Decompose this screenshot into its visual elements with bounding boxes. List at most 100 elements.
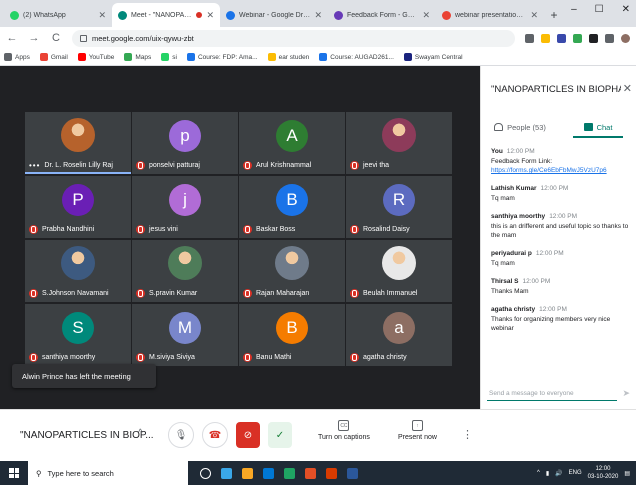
participant-name-row: jeevi tha [350,161,389,170]
notification-icon[interactable]: ▤ [624,470,630,477]
mic-muted-icon [136,353,145,362]
leave-call-button[interactable]: ☎ [202,422,228,448]
participant-tile[interactable]: P Prabha Nandhini [25,176,131,238]
send-icon[interactable]: ➤ [622,388,630,399]
browser-tab[interactable]: webinar presentation - jvthall ✕ [436,3,544,27]
microphone-button[interactable]: 🎙 [168,422,194,448]
maximize-icon[interactable]: ☐ [595,4,604,15]
window-close-icon[interactable]: ✕ [622,4,630,15]
participant-tile[interactable]: S.pravin Kumar [132,240,238,302]
tray-language[interactable]: ENG [569,470,582,476]
taskbar-app-icon[interactable] [242,467,253,479]
participant-name: Arul Krishnammal [256,162,312,169]
close-icon[interactable]: ✕ [623,82,632,95]
participant-tile[interactable]: Rajan Maharajan [239,240,345,302]
participant-tile[interactable]: a agatha christy [346,304,452,366]
chat-time: 12:00 PM [549,213,578,220]
address-bar-row: ← → C meet.google.com/uix-qywu-zbt [0,27,636,49]
participant-tile[interactable]: S.Johnson Navamani [25,240,131,302]
browser-tab[interactable]: Webinar - Google Drive ✕ [220,3,328,27]
chat-text: Feedback Form Link: [491,158,553,165]
tray-up-icon[interactable]: ^ [537,470,540,476]
taskbar-app-icon[interactable] [221,467,232,479]
windows-taskbar: ⚲ Type here to search ^ ▮ 🔊 ENG 12:00 03… [0,461,636,485]
chat-message: You 12:00 PM Feedback Form Link: https://fo… [491,148,631,175]
participant-tile[interactable]: p ponselvi patturaj [132,112,238,174]
clock[interactable]: 12:00 03-10-2020 [588,465,619,481]
start-button[interactable] [0,461,28,485]
puzzle-icon[interactable] [605,33,614,43]
participant-avatar: B [276,312,308,344]
battery-icon[interactable]: ▮ [546,470,549,477]
chat-message: Thirsal S 12:00 PM Thanks Mam [491,278,631,296]
participant-tile[interactable]: ••• Dr. L. Roselin Lilly Raj [25,112,131,174]
bookmark-item[interactable]: Swayam Central [403,53,463,61]
participant-tile[interactable]: A Arul Krishnammal [239,112,345,174]
bookmark-item[interactable]: Course: FDP: Ama... [186,53,258,61]
participant-tile[interactable]: jeevi tha [346,112,452,174]
taskbar-app-icon[interactable] [347,467,358,479]
tab-close-icon[interactable]: ✕ [98,10,106,21]
captions-button[interactable]: CC Turn on captions [318,420,370,441]
bookmark-item[interactable]: Maps [124,53,151,61]
volume-icon[interactable]: 🔊 [555,470,562,477]
chevron-up-icon[interactable]: ^ [138,428,143,439]
more-dots-icon[interactable]: ••• [29,161,40,170]
bookmark-icon [124,53,133,61]
participant-avatar: M [169,312,201,344]
bookmark-item[interactable]: Apps [4,53,30,61]
participant-photo [61,246,95,280]
profile-avatar[interactable] [621,33,630,43]
url-field[interactable]: meet.google.com/uix-qywu-zbt [72,29,515,47]
chat-panel: "NANOPARTICLES IN BIOPHARM... ✕ People (… [480,66,636,409]
forward-icon[interactable]: → [28,32,40,44]
tab-close-icon[interactable]: ✕ [530,10,538,21]
extension-icon[interactable] [557,33,566,43]
chat-link[interactable]: https://forms.gle/Ce6EbFbMwJ5VzU7p6 [491,166,631,175]
camera-extension-icon[interactable] [525,33,534,43]
grid-extension-icon[interactable] [589,33,598,43]
browser-tab[interactable]: Feedback Form - Google Form ✕ [328,3,436,27]
chat-input[interactable]: Send a message to everyone [487,387,617,401]
extension-icons [525,33,630,43]
participant-tile[interactable]: Ssanthiya moorthy [25,304,131,366]
new-tab-button[interactable]: + [544,3,564,27]
tab-close-icon[interactable]: ✕ [206,10,214,21]
taskbar-app-icon[interactable] [263,467,274,479]
tab-close-icon[interactable]: ✕ [314,10,322,21]
minimize-icon[interactable]: – [571,4,577,15]
bookmark-item[interactable]: Course: AUGAD261... [319,53,394,61]
taskbar-app-icon[interactable] [305,467,316,479]
camera-off-button[interactable]: ⊘ [236,422,260,448]
taskbar-app-icon[interactable] [284,467,295,479]
participant-name: Beulah Immanuel [363,290,418,297]
back-icon[interactable]: ← [6,32,18,44]
browser-tab[interactable]: (2) WhatsApp ✕ [4,3,112,27]
more-options-icon[interactable]: ⋮ [462,428,473,441]
present-now-button[interactable]: ↑ Present now [398,420,437,441]
participant-tile[interactable]: B Baskar Boss [239,176,345,238]
taskbar-search[interactable]: ⚲ Type here to search [28,461,188,485]
bookmark-item[interactable]: si [161,53,177,61]
participant-name: Baskar Boss [256,226,296,233]
bookmark-item[interactable]: Gmail [39,53,68,61]
browser-tab[interactable]: Meet - "NANOPARTICLES ✕ [112,3,220,27]
star-icon[interactable] [541,33,550,43]
reload-icon[interactable]: C [50,32,62,44]
participant-tile[interactable]: B Banu Mathi [239,304,345,366]
taskbar-app-icon[interactable] [326,467,337,479]
participant-tile[interactable]: j jesus vini [132,176,238,238]
participant-tile[interactable]: Beulah Immanuel [346,240,452,302]
taskbar-app-icon[interactable] [200,467,211,479]
tab-chat[interactable]: Chat [559,116,636,138]
check-extension-icon[interactable] [573,33,582,43]
participant-tile[interactable]: M M.siviya Siviya [132,304,238,366]
tab-people[interactable]: People (53) [481,116,559,138]
meeting-title[interactable]: "NANOPARTICLES IN BIOP... [20,430,154,441]
bookmark-item[interactable]: YouTube [77,53,114,61]
raise-hand-button[interactable]: ✓ [268,422,292,448]
participant-tile[interactable]: R Rosalind Daisy [346,176,452,238]
bookmark-label: Apps [15,53,30,61]
bookmark-item[interactable]: ear studen [267,53,309,61]
tab-close-icon[interactable]: ✕ [422,10,430,21]
